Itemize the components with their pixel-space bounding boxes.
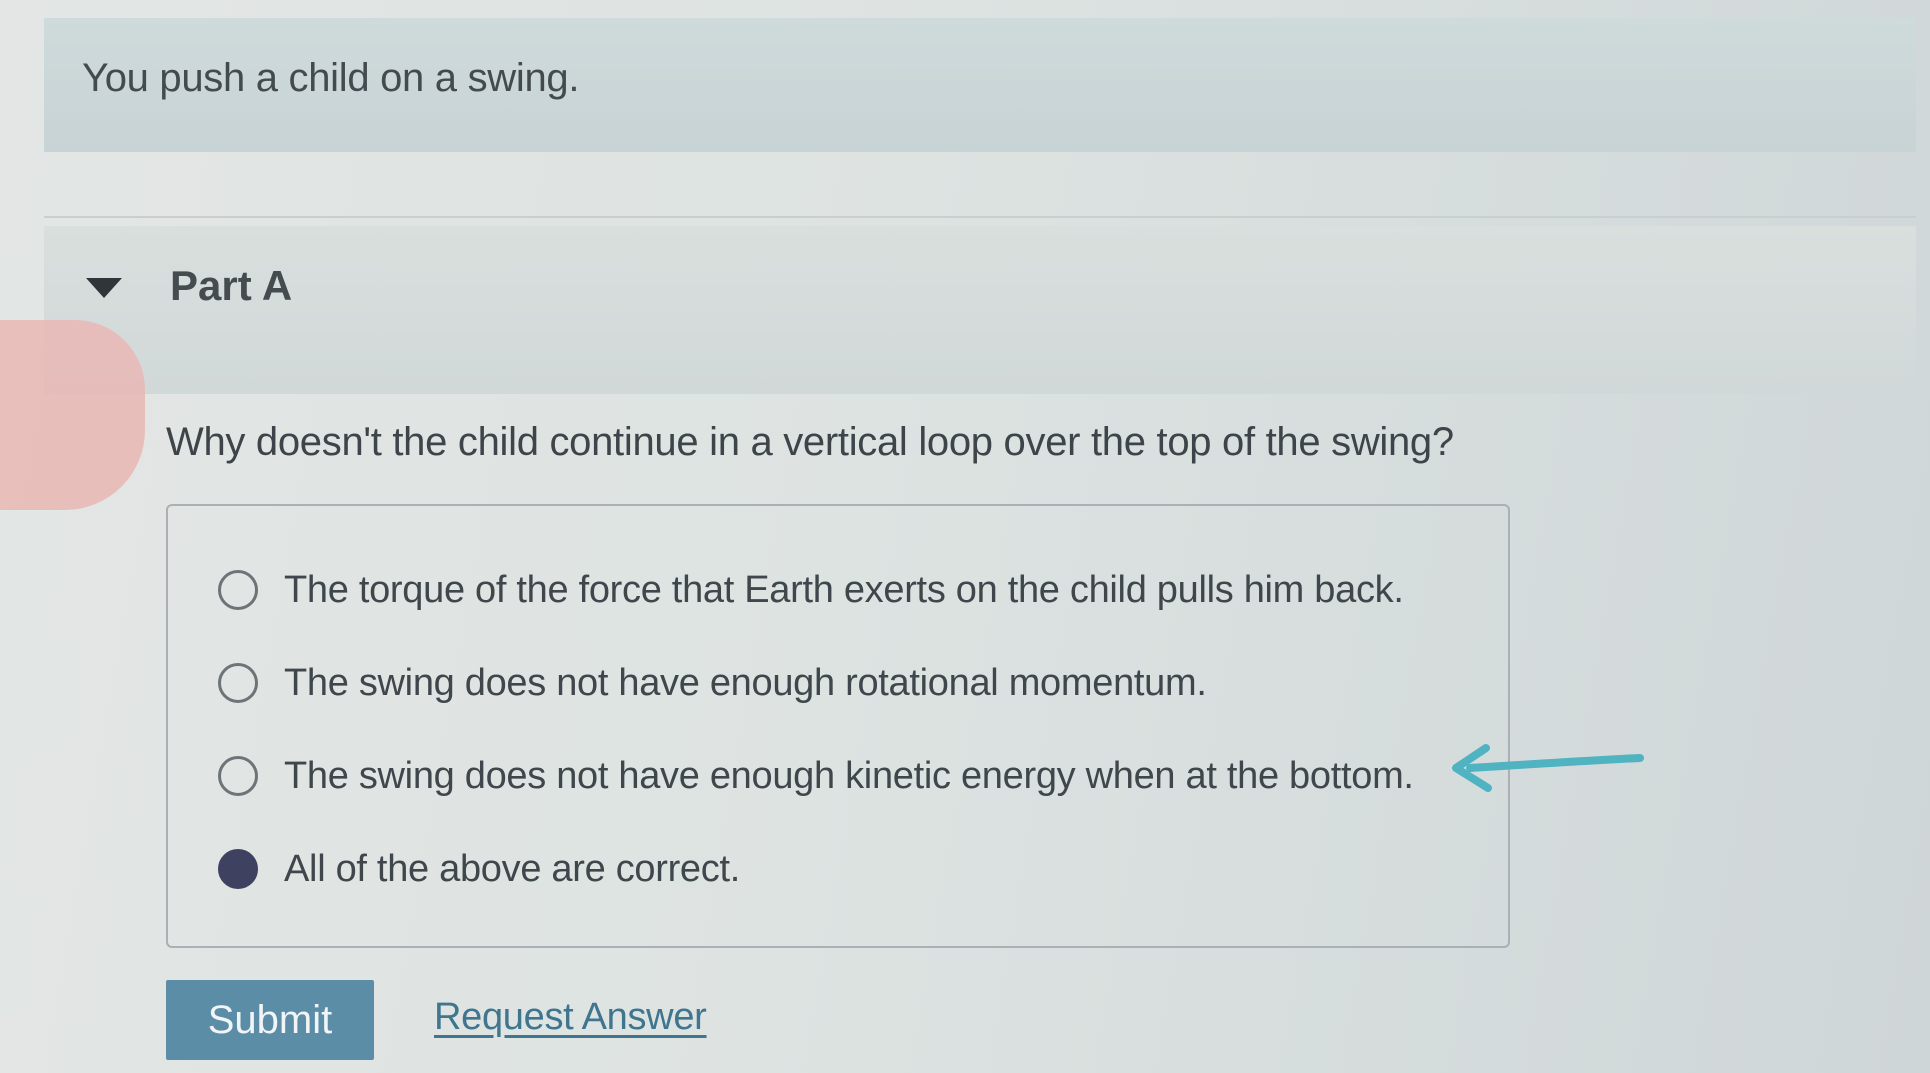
part-title[interactable]: Part A — [170, 262, 292, 310]
choice-option-3[interactable]: The swing does not have enough kinetic e… — [218, 748, 1414, 804]
section-divider — [44, 216, 1916, 218]
choice-option-4[interactable]: All of the above are correct. — [218, 841, 740, 897]
caret-down-icon[interactable] — [84, 275, 124, 301]
choice-label: The swing does not have enough kinetic e… — [284, 754, 1414, 797]
choice-label: The torque of the force that Earth exert… — [284, 568, 1404, 611]
radio-button[interactable] — [218, 570, 258, 610]
problem-intro-text: You push a child on a swing. — [82, 56, 580, 100]
radio-button-selected[interactable] — [218, 849, 258, 889]
choice-option-1[interactable]: The torque of the force that Earth exert… — [218, 562, 1404, 618]
submit-button[interactable]: Submit — [166, 980, 374, 1060]
radio-button[interactable] — [218, 756, 258, 796]
question-prompt: Why doesn't the child continue in a vert… — [166, 420, 1454, 464]
problem-intro-panel: You push a child on a swing. — [44, 18, 1916, 152]
radio-button[interactable] — [218, 663, 258, 703]
finger-smudge — [0, 320, 145, 510]
answer-choices: The torque of the force that Earth exert… — [166, 504, 1510, 948]
part-header[interactable] — [44, 226, 1916, 394]
choice-label: All of the above are correct. — [284, 847, 740, 890]
choice-label: The swing does not have enough rotationa… — [284, 661, 1207, 704]
request-answer-link[interactable]: Request Answer — [434, 996, 707, 1039]
choice-option-2[interactable]: The swing does not have enough rotationa… — [218, 655, 1207, 711]
hand-drawn-arrow-icon — [1452, 744, 1644, 792]
